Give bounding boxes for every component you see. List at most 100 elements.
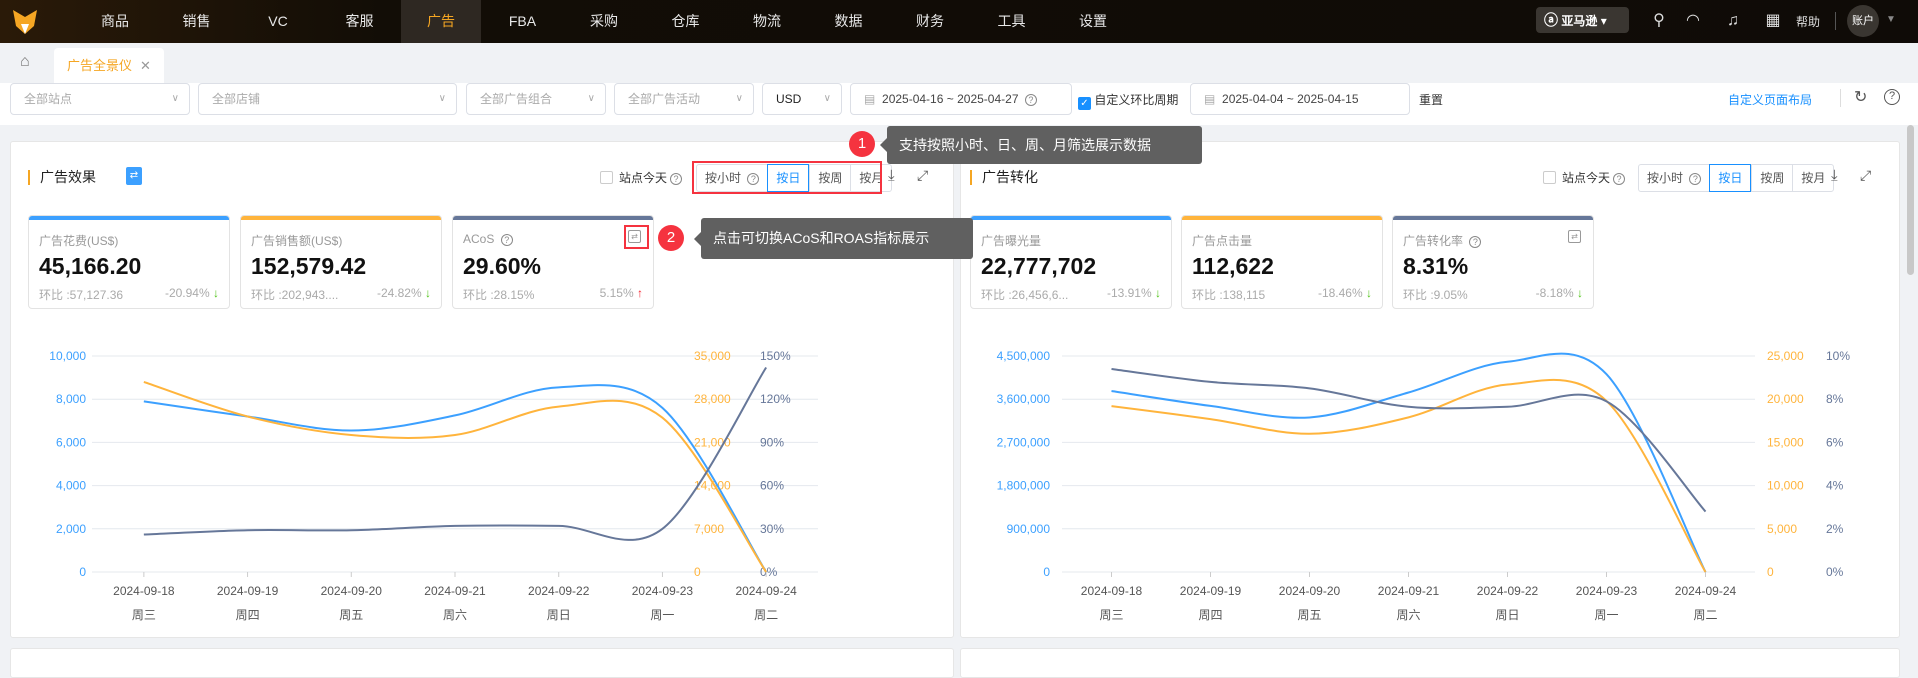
x-weekday-label: 周五 xyxy=(1297,608,1321,622)
help-icon[interactable]: ? xyxy=(1613,173,1625,185)
panel-title: 广告转化 xyxy=(970,170,1038,185)
metric-value: 22,777,702 xyxy=(981,253,1096,280)
shop-select[interactable]: 全部店铺 ∨ xyxy=(198,83,457,115)
chevron-down-icon[interactable]: ▼ xyxy=(1886,14,1896,25)
expand-icon[interactable]: ⤢ xyxy=(917,167,928,184)
nav-item[interactable]: 采购 xyxy=(564,0,644,43)
nav-item[interactable]: 设置 xyxy=(1053,0,1133,43)
x-tick-label: 2024-09-24 xyxy=(735,584,797,598)
metric-card[interactable]: 广告点击量 112,622 环比 :138,115 -18.46% ↓ xyxy=(1181,215,1383,309)
axis-tick-label: 60% xyxy=(760,479,784,493)
axis-tick-label: 15,000 xyxy=(1767,435,1804,449)
axis-tick-label: 0% xyxy=(1826,565,1844,579)
x-weekday-label: 周三 xyxy=(1099,608,1123,622)
avatar[interactable]: 账户 xyxy=(1847,5,1879,37)
metric-compare: 环比 :57,127.36 xyxy=(39,286,123,303)
date-range-picker[interactable]: ▤ 2025-04-16 ~ 2025-04-27 ? xyxy=(850,83,1072,115)
logo-icon[interactable] xyxy=(10,6,40,36)
nav-item[interactable]: 物流 xyxy=(727,0,807,43)
nav-item[interactable]: 财务 xyxy=(890,0,970,43)
divider xyxy=(1840,89,1841,107)
compare-date-picker[interactable]: ▤ 2025-04-04 ~ 2025-04-15 xyxy=(1190,83,1410,115)
x-weekday-label: 周日 xyxy=(1495,608,1519,622)
x-weekday-label: 周日 xyxy=(547,608,571,622)
metric-card[interactable]: 广告转化率 ? ⇄ 8.31% 环比 :9.05% -8.18% ↓ xyxy=(1392,215,1594,309)
x-tick-label: 2024-09-21 xyxy=(424,584,486,598)
switch-view-icon[interactable]: ⇄ xyxy=(126,167,142,185)
nav-item[interactable]: 销售 xyxy=(157,0,237,43)
apps-icon[interactable]: ▦ xyxy=(1762,10,1784,32)
nav-item[interactable]: VC xyxy=(238,0,318,43)
card-color-bar xyxy=(1393,216,1593,220)
bell-icon[interactable]: ♫ xyxy=(1722,10,1744,32)
download-icon[interactable]: ⤓ xyxy=(1831,167,1838,184)
x-tick-label: 2024-09-18 xyxy=(1081,584,1143,598)
ad-group-value: 全部广告组合 xyxy=(480,92,552,106)
help-icon[interactable]: ? xyxy=(1025,94,1037,106)
help-link[interactable]: 帮助 xyxy=(1796,13,1820,30)
metric-value: 8.31% xyxy=(1403,253,1468,280)
checkbox xyxy=(600,171,613,184)
metric-card[interactable]: 广告曝光量 22,777,702 环比 :26,456,6... -13.91%… xyxy=(970,215,1172,309)
custom-compare-label: 自定义环比周期 xyxy=(1094,93,1178,107)
help-icon[interactable]: ? xyxy=(1689,173,1701,185)
tab-ad-overview[interactable]: 广告全景仪✕ xyxy=(54,48,164,83)
axis-tick-label: 0 xyxy=(1767,565,1774,579)
scrollbar[interactable] xyxy=(1907,125,1914,275)
axis-tick-label: 900,000 xyxy=(1007,522,1051,536)
metric-value: 152,579.42 xyxy=(251,253,366,280)
nav-item[interactable]: 广告 xyxy=(401,0,481,43)
chevron-down-icon: ∨ xyxy=(439,84,446,114)
currency-select[interactable]: USD∨ xyxy=(762,83,842,115)
site-select[interactable]: 全部站点∨ xyxy=(10,83,190,115)
download-icon[interactable]: ⤓ xyxy=(888,167,895,184)
nav-item[interactable]: 数据 xyxy=(809,0,889,43)
nav-item[interactable]: 仓库 xyxy=(646,0,726,43)
series-line-2 xyxy=(1112,369,1706,512)
metric-card[interactable]: 广告花费(US$) 45,166.20 环比 :57,127.36 -20.94… xyxy=(28,215,230,309)
help-icon[interactable]: ? xyxy=(1469,236,1481,248)
custom-compare-checkbox[interactable]: ✓ 自定义环比周期 xyxy=(1078,91,1178,110)
nav-item[interactable]: 客服 xyxy=(320,0,400,43)
campaign-select[interactable]: 全部广告活动∨ xyxy=(614,83,754,115)
nav-item[interactable]: FBA xyxy=(483,0,563,43)
refresh-icon[interactable]: ↻ xyxy=(1854,87,1867,107)
search-icon[interactable]: ⚲ xyxy=(1648,10,1670,32)
metric-change: -8.18% ↓ xyxy=(1536,286,1583,300)
x-weekday-label: 周一 xyxy=(1594,608,1618,622)
granularity-month[interactable]: 按月 xyxy=(1792,165,1833,191)
help-icon[interactable]: ? xyxy=(670,173,682,185)
custom-layout-link[interactable]: 自定义页面布局 xyxy=(1728,91,1812,108)
home-icon[interactable]: ⌂ xyxy=(20,53,30,71)
x-tick-label: 2024-09-20 xyxy=(321,584,383,598)
swap-metric-icon[interactable]: ⇄ xyxy=(1568,230,1581,243)
panel-title: 广告效果 xyxy=(28,170,96,185)
marketplace-switch[interactable]: ⓐ 亚马逊 ▾ xyxy=(1536,7,1629,33)
axis-tick-label: 21,000 xyxy=(694,435,731,449)
axis-tick-label: 1,800,000 xyxy=(997,479,1051,493)
compare-start: 2025-04-04 xyxy=(1222,92,1283,106)
metric-card[interactable]: 广告销售额(US$) 152,579.42 环比 :202,943.... -2… xyxy=(240,215,442,309)
granularity-week[interactable]: 按周 xyxy=(1751,165,1792,191)
help-icon[interactable]: ? xyxy=(1884,89,1900,105)
x-weekday-label: 周六 xyxy=(1396,608,1420,622)
axis-tick-label: 7,000 xyxy=(694,522,724,536)
reset-button[interactable]: 重置 xyxy=(1419,91,1443,108)
expand-icon[interactable]: ⤢ xyxy=(1860,167,1871,184)
site-today-checkbox[interactable]: 站点今天? xyxy=(600,170,682,186)
nav-item[interactable]: 工具 xyxy=(972,0,1052,43)
headset-icon[interactable]: ◠ xyxy=(1682,10,1704,32)
help-icon[interactable]: ? xyxy=(501,234,513,246)
site-today-checkbox[interactable]: 站点今天? xyxy=(1543,170,1625,186)
checkbox xyxy=(1543,171,1556,184)
shop-select-value: 全部店铺 xyxy=(212,92,260,106)
nav-item[interactable]: 商品 xyxy=(75,0,155,43)
arrow-down-icon: ↓ xyxy=(1577,286,1583,300)
axis-tick-label: 5,000 xyxy=(1767,522,1797,536)
close-icon[interactable]: ✕ xyxy=(140,58,151,73)
axis-tick-label: 4,000 xyxy=(56,479,86,493)
granularity-hour[interactable]: 按小时 ? xyxy=(1639,165,1709,191)
site-today-label: 站点今天 xyxy=(619,171,667,185)
granularity-day[interactable]: 按日 xyxy=(1709,164,1751,192)
ad-group-select[interactable]: 全部广告组合∨ xyxy=(466,83,606,115)
